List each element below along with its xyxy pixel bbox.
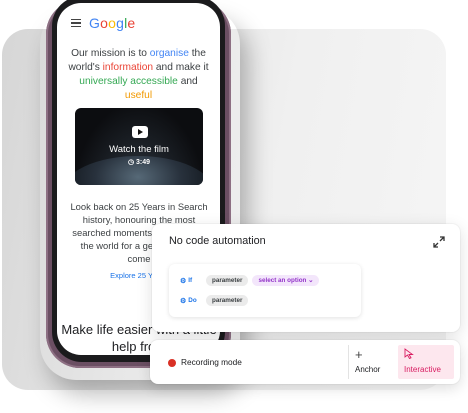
gear-icon: ⚙ <box>180 297 187 305</box>
parameter-pill[interactable]: parameter <box>206 295 249 306</box>
rule-keyword: ⚙ If <box>180 277 193 285</box>
rule-if: ⚙ If parameter select an option ⌄ <box>180 275 320 286</box>
cursor-icon <box>404 348 414 359</box>
interactive-button[interactable]: Interactive <box>398 345 454 379</box>
rule-keyword: ⚙ Do <box>180 297 197 305</box>
interactive-label: Interactive <box>404 365 441 374</box>
plus-icon: + <box>355 347 363 362</box>
google-logo[interactable]: Google <box>89 15 135 31</box>
parameter-pill[interactable]: parameter <box>206 275 249 286</box>
clock-icon: ◷ <box>127 159 137 166</box>
card-title: No code automation <box>169 235 266 247</box>
rules-panel: ⚙ If parameter select an option ⌄ ⚙ Do par… <box>169 264 361 317</box>
gear-icon: ⚙ <box>180 277 187 285</box>
google-header: Google <box>71 15 135 31</box>
play-icon[interactable] <box>132 126 148 138</box>
video-label: Watch the film <box>109 144 169 155</box>
mission-statement: Our mission is to organise the world's i… <box>68 48 209 101</box>
recording-label: Recording mode <box>181 357 242 367</box>
video-duration: ◷ 3:49 <box>127 159 151 166</box>
anchor-label: Anchor <box>355 365 381 374</box>
rule-do: ⚙ Do parameter <box>180 295 249 306</box>
automation-card: No code automation ⚙ If parameter select … <box>152 224 460 332</box>
anchor-button[interactable]: + Anchor <box>348 345 397 379</box>
hamburger-menu-icon[interactable] <box>71 18 81 28</box>
record-dot-icon <box>168 359 176 367</box>
expand-icon[interactable] <box>433 236 445 248</box>
video-thumbnail[interactable]: Watch the film ◷ 3:49 <box>75 108 203 185</box>
chevron-down-icon: ⌄ <box>308 277 314 284</box>
option-select[interactable]: select an option ⌄ <box>252 275 320 286</box>
recording-bar: Recording mode + Anchor Interactive <box>150 340 460 384</box>
